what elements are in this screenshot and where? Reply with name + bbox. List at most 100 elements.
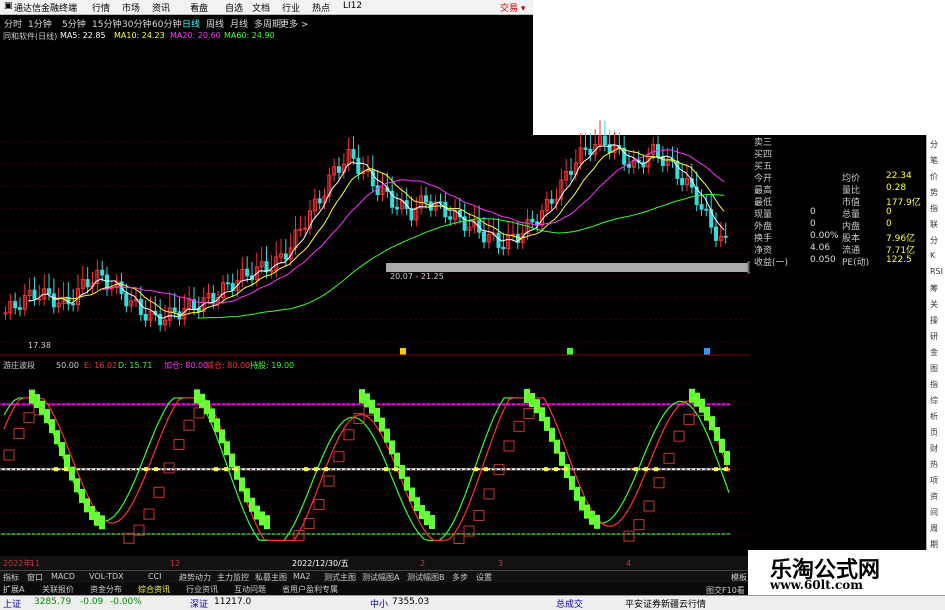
sidebar-button[interactable]: 项 (930, 475, 938, 486)
candle-body (530, 218, 535, 223)
sidebar-button[interactable]: 势 (930, 187, 938, 198)
news-ticker[interactable]: 平安证券新疆云行情 (625, 597, 706, 610)
menu-item[interactable]: 看盘 (190, 1, 208, 14)
period-tab[interactable]: 多周期 (254, 17, 281, 30)
sidebar-button[interactable]: 析 (930, 411, 938, 422)
sidebar-button[interactable]: RSI (930, 267, 943, 276)
indicator-tab[interactable]: 测试幅图A (362, 572, 399, 583)
sidebar-button[interactable]: K (930, 251, 935, 260)
period-tab[interactable]: 30分钟 (122, 17, 151, 30)
panel-cell: 0.28 (886, 183, 907, 193)
indicator-tab[interactable]: 测式主图 (324, 572, 356, 583)
ref-box (193, 407, 205, 419)
ref-box (13, 427, 25, 439)
trend-band (229, 453, 235, 468)
ref-box (673, 430, 685, 442)
period-tab[interactable]: 分时 (4, 17, 22, 30)
indicator-tab[interactable]: 窗口 (27, 572, 43, 583)
sidebar-button[interactable]: 指 (930, 203, 938, 214)
indicator-tab[interactable]: 多步 (452, 572, 468, 583)
sidebar-button[interactable]: 热 (930, 459, 938, 470)
indicator-tab[interactable]: CCI (148, 572, 162, 581)
menu-item[interactable]: 行业 (282, 1, 300, 14)
period-tab[interactable]: 15分钟 (92, 17, 121, 30)
period-tab[interactable]: 月线 (230, 17, 248, 30)
signal-marker (704, 348, 710, 355)
info-tab[interactable]: 省用户盈利专属 (282, 584, 338, 595)
indicator-tab[interactable]: 设置 (476, 572, 492, 583)
sidebar-button[interactable]: 研 (930, 331, 938, 342)
sidebar-button[interactable]: 综 (930, 395, 938, 406)
menu-item[interactable]: 资讯 (152, 1, 170, 14)
ref-box (333, 451, 345, 463)
sidebar-button[interactable]: 期 (930, 539, 938, 550)
indicator-tabs: 指标 窗口 MACD VOL-TDX CCI 趋势动力 主力监控 私募主图 MA2 测式主图 测试幅… (0, 570, 750, 584)
chart-area[interactable]: 27.0026.0025.0024.0023.0022.0021.0020.00… (0, 42, 750, 570)
period-tab-active[interactable]: 日线 (182, 17, 200, 30)
sidebar-button[interactable]: 价 (930, 171, 938, 182)
period-tab[interactable]: 周线 (206, 17, 224, 30)
sidebar-button[interactable]: 间 (930, 507, 938, 518)
sidebar-button[interactable]: 页 (930, 427, 938, 438)
sidebar-button[interactable]: 金 (930, 347, 938, 358)
panel-cell: 122.5 (886, 255, 912, 265)
zx-label[interactable]: 中小 (370, 597, 388, 610)
ref-box (313, 498, 325, 510)
ref-box (623, 530, 635, 542)
candle-body (51, 293, 56, 308)
sidebar-button[interactable]: 周 (930, 523, 938, 534)
sidebar-button[interactable]: 操 (930, 315, 938, 326)
candle-body (85, 279, 90, 288)
sidebar-button[interactable]: 指 (930, 379, 938, 390)
candle-body (482, 231, 486, 243)
info-tab[interactable]: 扩展A (3, 584, 24, 595)
indicator-tab[interactable]: 指标 (3, 572, 19, 583)
info-tab[interactable]: 互动问题 (234, 584, 266, 595)
info-tab[interactable]: 资金分布 (90, 584, 122, 595)
candle-body (351, 148, 356, 159)
sidebar-button[interactable]: 分 (930, 235, 938, 246)
signal-dot (484, 467, 488, 472)
indicator-tab[interactable]: VOL-TDX (89, 572, 124, 581)
trend-band (389, 440, 395, 455)
sidebar-button[interactable]: 财 (930, 443, 938, 454)
indicator-tab[interactable]: 主力监控 (217, 572, 249, 583)
sidebar-button[interactable]: 关 (930, 299, 938, 310)
period-tab[interactable]: 1分钟 (28, 17, 52, 30)
indicator-tab[interactable]: 私募主图 (255, 572, 287, 583)
menu-item[interactable]: 市场 (122, 1, 140, 14)
ref-box (23, 412, 35, 424)
ref-box (153, 486, 165, 498)
sidebar-button[interactable]: 图 (930, 363, 938, 374)
period-tab[interactable]: 60分钟 (152, 17, 181, 30)
trend-band (64, 454, 70, 469)
sub-value: 50.00 (56, 361, 79, 370)
more-button[interactable]: 更多 > (280, 17, 308, 30)
sidebar-button[interactable]: 笔 (930, 155, 938, 166)
sidebar-button[interactable]: 筹 (930, 283, 938, 294)
period-tab[interactable]: 5分钟 (62, 17, 86, 30)
info-tab[interactable]: 行业资讯 (186, 584, 218, 595)
sidebar-button[interactable]: 分 (930, 139, 938, 150)
template-tab[interactable]: 模板 (731, 572, 747, 583)
menu-item[interactable]: LI12 (343, 1, 362, 11)
info-tab[interactable]: 关联报价 (42, 584, 74, 595)
candle-body (37, 298, 42, 301)
indicator-tab[interactable]: MA2 (293, 572, 310, 581)
sub-value: 持股: 19.00 (250, 360, 294, 370)
sz-label[interactable]: 深证 (190, 597, 208, 610)
sidebar-button[interactable]: 联 (930, 219, 938, 230)
title-bar: ▣ 通达信金融终端 行情 市场 资讯 看盘 自选 文档 行业 热点 LI12 交… (0, 0, 533, 15)
menu-item[interactable]: 自选 (225, 1, 243, 14)
sh-label[interactable]: 上证 (3, 597, 21, 610)
menu-item[interactable]: 文档 (252, 1, 270, 14)
info-tab[interactable]: 综合资讯 (138, 584, 170, 595)
indicator-tab[interactable]: MACD (51, 572, 75, 581)
sidebar-button[interactable]: 资 (930, 491, 938, 502)
trade-button[interactable]: 交易 ▾ (500, 1, 525, 14)
indicator-tab[interactable]: 测试幅图B (407, 572, 445, 583)
indicator-tab[interactable]: 趋势动力 (179, 572, 211, 583)
menu-item[interactable]: 行情 (92, 1, 110, 14)
signal-dot (154, 467, 158, 472)
menu-item[interactable]: 热点 (312, 1, 330, 14)
